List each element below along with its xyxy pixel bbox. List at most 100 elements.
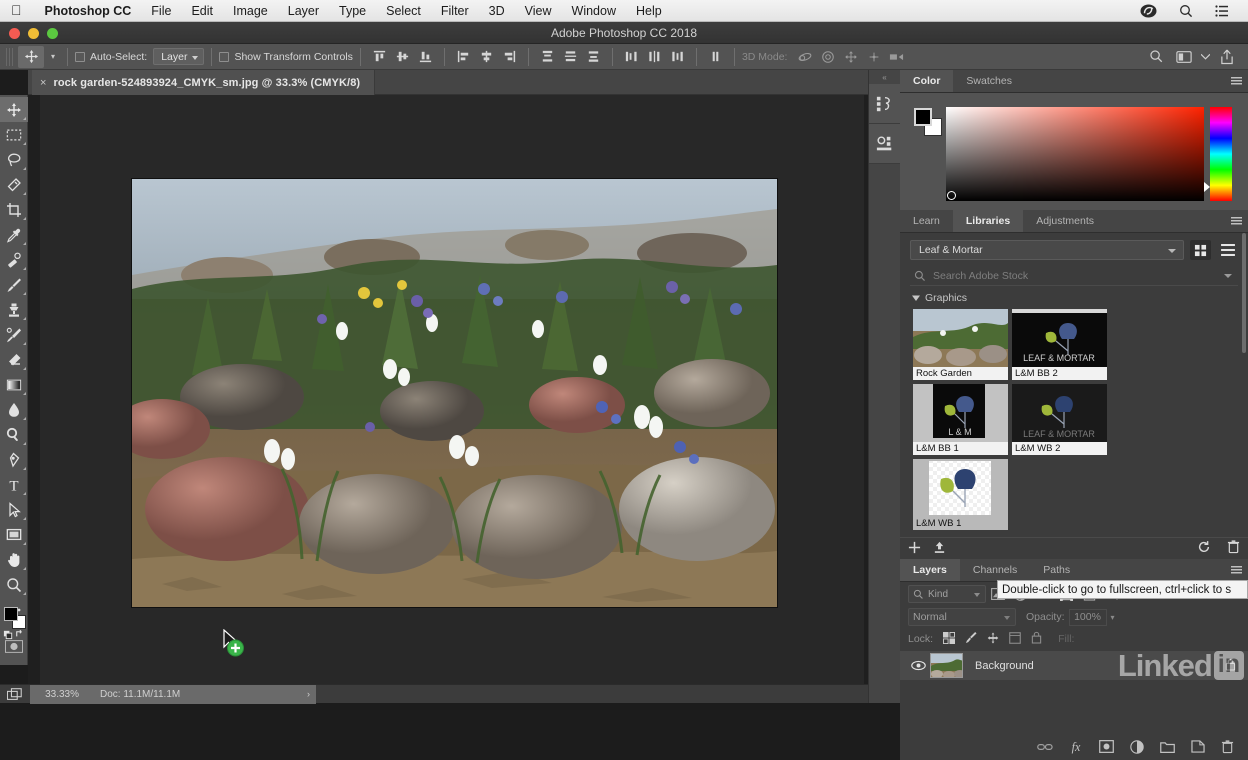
tab-learn[interactable]: Learn xyxy=(900,210,953,232)
align-vertical-centers-icon[interactable] xyxy=(391,46,414,68)
add-content-icon[interactable] xyxy=(908,541,921,557)
library-asset-rock-garden[interactable]: Rock Garden xyxy=(913,309,1008,380)
screen-mode-icon[interactable] xyxy=(0,685,30,704)
quick-selection-tool[interactable] xyxy=(0,172,28,197)
status-expand-arrow-icon[interactable]: › xyxy=(307,689,316,699)
new-layer-icon[interactable] xyxy=(1191,740,1205,756)
adjustment-layer-icon[interactable] xyxy=(1130,739,1144,757)
menu-item-select[interactable]: Select xyxy=(376,4,431,18)
tab-libraries[interactable]: Libraries xyxy=(952,210,1024,232)
scale-3d-icon[interactable] xyxy=(885,46,908,68)
adobe-stock-search[interactable]: Search Adobe Stock xyxy=(910,266,1238,286)
layer-name[interactable]: Background xyxy=(963,660,1034,672)
move-tool[interactable] xyxy=(0,97,28,122)
orbit-3d-icon[interactable] xyxy=(793,46,816,68)
layer-mask-icon[interactable] xyxy=(1099,740,1114,756)
menu-item-edit[interactable]: Edit xyxy=(181,4,223,18)
options-bar-grip[interactable] xyxy=(6,47,14,66)
lock-position-icon[interactable] xyxy=(987,631,999,647)
quick-mask-mode-icon[interactable] xyxy=(5,640,23,653)
menu-item-help[interactable]: Help xyxy=(626,4,672,18)
canvas-area[interactable] xyxy=(28,95,868,684)
tool-preset-chevron-icon[interactable]: ▾ xyxy=(46,46,60,68)
align-left-edges-icon[interactable] xyxy=(452,46,475,68)
blend-mode-dropdown[interactable]: Normal xyxy=(908,608,1016,626)
minimize-window-button[interactable] xyxy=(28,27,39,39)
distribute-left-edges-icon[interactable] xyxy=(620,46,643,68)
graphics-group-header[interactable]: Graphics xyxy=(900,286,1248,307)
foreground-color-swatch[interactable] xyxy=(4,607,18,621)
tab-color[interactable]: Color xyxy=(900,70,954,92)
new-group-icon[interactable] xyxy=(1160,741,1175,756)
opacity-value[interactable]: 100% xyxy=(1068,608,1107,626)
lasso-tool[interactable] xyxy=(0,147,28,172)
history-panel-icon[interactable] xyxy=(869,84,901,124)
document-tab[interactable]: × rock garden-524893924_CMYK_sm.jpg @ 33… xyxy=(32,70,376,95)
menu-item-file[interactable]: File xyxy=(141,4,181,18)
color-panel-swatches[interactable] xyxy=(914,108,942,136)
tab-adjustments[interactable]: Adjustments xyxy=(1023,210,1107,232)
menu-item-photoshop-cc[interactable]: Photoshop CC xyxy=(35,4,142,18)
lock-image-icon[interactable] xyxy=(965,631,977,647)
lock-icon[interactable] xyxy=(1225,658,1242,674)
spotlight-search-icon[interactable] xyxy=(1168,4,1204,18)
pan-3d-icon[interactable] xyxy=(839,46,862,68)
collapse-panels-icon[interactable]: « xyxy=(869,70,900,84)
hue-slider-marker[interactable] xyxy=(1204,182,1210,192)
panel-menu-icon[interactable] xyxy=(1231,217,1242,226)
distribute-top-edges-icon[interactable] xyxy=(536,46,559,68)
foreground-background-color-swatches[interactable] xyxy=(4,607,26,629)
pen-tool[interactable] xyxy=(0,447,28,472)
layer-style-fx-icon[interactable]: fx xyxy=(1069,740,1083,757)
distribute-horizontal-centers-icon[interactable] xyxy=(643,46,666,68)
menu-item-3d[interactable]: 3D xyxy=(479,4,515,18)
eraser-tool[interactable] xyxy=(0,347,28,372)
distribute-vertical-centers-icon[interactable] xyxy=(559,46,582,68)
menu-item-image[interactable]: Image xyxy=(223,4,278,18)
link-layers-icon[interactable] xyxy=(1037,742,1053,755)
lock-all-icon[interactable] xyxy=(1031,631,1042,647)
sync-icon[interactable] xyxy=(1197,540,1211,557)
menu-item-filter[interactable]: Filter xyxy=(431,4,479,18)
tab-channels[interactable]: Channels xyxy=(960,559,1030,581)
distribute-bottom-edges-icon[interactable] xyxy=(582,46,605,68)
tab-paths[interactable]: Paths xyxy=(1030,559,1083,581)
chevron-down-icon[interactable] xyxy=(974,593,980,597)
table-row[interactable]: Background xyxy=(900,650,1248,681)
layer-filter-kind-dropdown[interactable]: Kind xyxy=(908,585,986,603)
properties-panel-icon[interactable] xyxy=(869,124,901,164)
opacity-chevron-icon[interactable]: ▾ xyxy=(1111,613,1115,622)
control-center-icon[interactable] xyxy=(1204,4,1240,17)
roll-3d-icon[interactable] xyxy=(816,46,839,68)
menu-item-view[interactable]: View xyxy=(515,4,562,18)
show-transform-controls-checkbox[interactable] xyxy=(219,51,230,62)
library-dropdown[interactable]: Leaf & Mortar xyxy=(910,240,1184,260)
rectangular-marquee-tool[interactable] xyxy=(0,122,28,147)
blur-tool[interactable] xyxy=(0,397,28,422)
delete-layer-icon[interactable] xyxy=(1221,739,1234,757)
slide-3d-icon[interactable] xyxy=(862,46,885,68)
menu-item-type[interactable]: Type xyxy=(329,4,376,18)
zoom-tool[interactable] xyxy=(0,572,28,597)
lock-artboard-icon[interactable] xyxy=(1009,631,1021,647)
hue-slider[interactable] xyxy=(1204,107,1232,201)
auto-select-scope-dropdown[interactable]: Layer xyxy=(153,48,205,65)
lock-transparent-icon[interactable] xyxy=(943,631,956,647)
zoom-window-button[interactable] xyxy=(47,27,58,39)
delete-icon[interactable] xyxy=(1227,540,1240,557)
library-asset-lm-bb-1[interactable]: L & M L&M BB 1 xyxy=(913,384,1008,455)
document-image[interactable] xyxy=(132,179,777,607)
align-more-icon[interactable] xyxy=(704,46,727,68)
close-window-button[interactable] xyxy=(9,27,20,39)
hand-tool[interactable] xyxy=(0,547,28,572)
type-tool[interactable]: T xyxy=(0,472,28,497)
rectangle-tool[interactable] xyxy=(0,522,28,547)
close-document-icon[interactable]: × xyxy=(40,77,46,89)
list-view-icon[interactable] xyxy=(1217,240,1238,260)
align-horizontal-centers-icon[interactable] xyxy=(475,46,498,68)
workspace-chevron-icon[interactable] xyxy=(1199,46,1212,68)
brush-tool[interactable] xyxy=(0,272,28,297)
chevron-down-icon[interactable] xyxy=(1004,616,1010,620)
tab-swatches[interactable]: Swatches xyxy=(953,70,1025,92)
clone-stamp-tool[interactable] xyxy=(0,297,28,322)
